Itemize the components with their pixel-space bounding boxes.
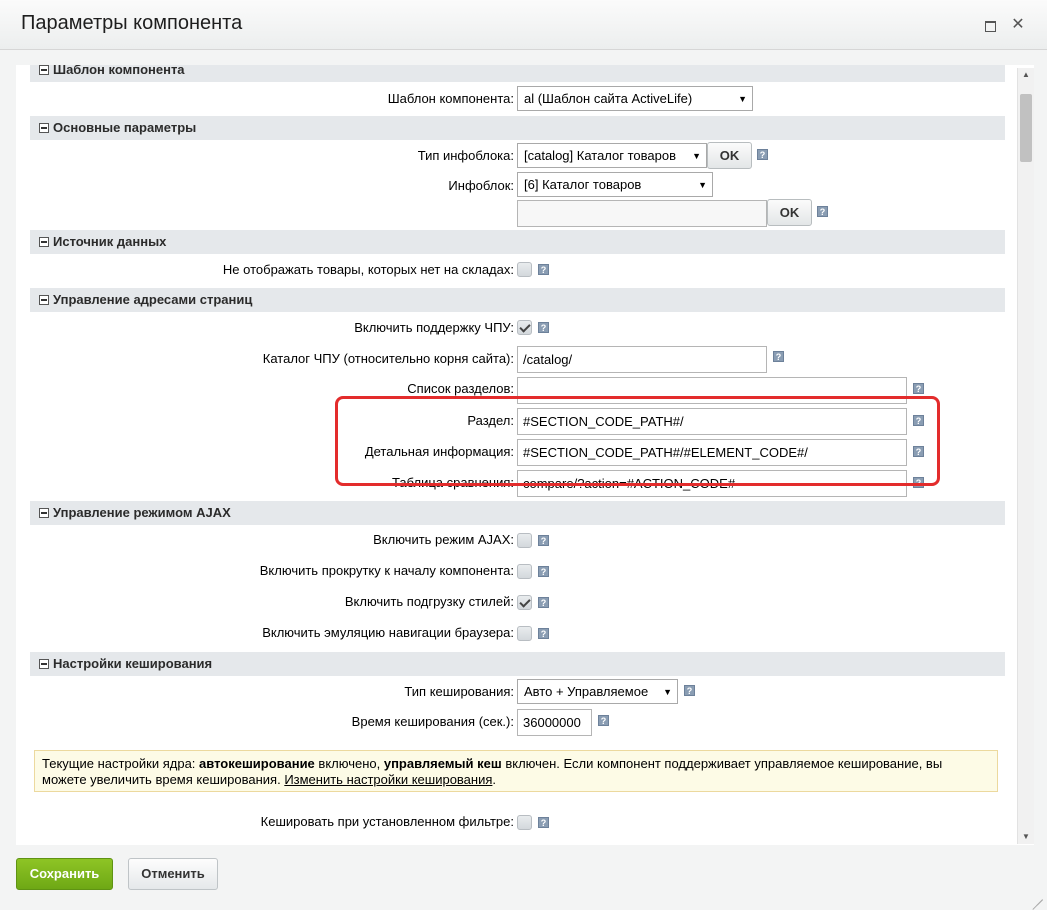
help-icon[interactable]: ?	[817, 206, 828, 217]
iblock-type-label: Тип инфоблока:	[417, 148, 514, 163]
iblock-type-select[interactable]: [catalog] Каталог товаров ▼	[517, 143, 707, 168]
note-text: включено,	[314, 756, 384, 771]
note-text: Текущие настройки ядра:	[42, 756, 200, 771]
ajax-mode-checkbox[interactable]	[517, 533, 532, 548]
cache-time-label: Время кеширования (сек.):	[351, 714, 514, 729]
help-icon[interactable]: ?	[538, 264, 549, 275]
cache-type-value: Авто + Управляемое	[524, 684, 649, 699]
help-icon[interactable]: ?	[773, 351, 784, 362]
cache-type-select[interactable]: Авто + Управляемое ▼	[517, 679, 678, 704]
section-ajax[interactable]: Управление режимом AJAX	[30, 501, 1005, 525]
dropdown-arrow-icon: ▼	[738, 94, 747, 104]
help-icon[interactable]: ?	[538, 817, 549, 828]
cache-type-label: Тип кеширования:	[404, 684, 514, 699]
dropdown-arrow-icon: ▼	[663, 687, 672, 697]
ajax-styles-checkbox[interactable]	[517, 595, 532, 610]
collapse-icon[interactable]	[39, 659, 49, 669]
dropdown-arrow-icon: ▼	[698, 180, 707, 190]
ajax-mode-label: Включить режим AJAX:	[373, 532, 514, 547]
help-icon[interactable]: ?	[684, 685, 695, 696]
note-bold: управляемый кеш	[383, 756, 502, 771]
collapse-icon[interactable]	[39, 65, 49, 75]
section-title: Основные параметры	[53, 120, 197, 135]
template-label: Шаблон компонента:	[387, 91, 514, 106]
cache-filter-label: Кешировать при установленном фильтре:	[260, 814, 514, 829]
iblock-ok-button[interactable]: OK	[767, 199, 812, 226]
help-icon[interactable]: ?	[757, 149, 768, 160]
change-cache-settings-link[interactable]: Изменить настройки кеширования	[284, 772, 492, 787]
resize-grip-icon[interactable]	[1031, 888, 1043, 900]
template-select[interactable]: al (Шаблон сайта ActiveLife) ▼	[517, 86, 753, 111]
help-icon[interactable]: ?	[538, 322, 549, 333]
help-icon[interactable]: ?	[538, 566, 549, 577]
section-template[interactable]: Шаблон компонента	[30, 65, 1005, 82]
scroll-up-icon[interactable]: ▲	[1018, 68, 1034, 82]
save-button[interactable]: Сохранить	[16, 858, 113, 890]
ajax-history-label: Включить эмуляцию навигации браузера:	[262, 625, 514, 640]
cache-filter-checkbox[interactable]	[517, 815, 532, 830]
iblock-type-value: [catalog] Каталог товаров	[524, 148, 677, 163]
cancel-button[interactable]: Отменить	[128, 858, 218, 890]
help-icon[interactable]: ?	[538, 628, 549, 639]
section-sef[interactable]: Управление адресами страниц	[30, 288, 1005, 312]
help-icon[interactable]: ?	[538, 597, 549, 608]
note-bold: автокеширование	[199, 756, 315, 771]
help-icon[interactable]: ?	[913, 383, 924, 394]
ajax-scroll-label: Включить прокрутку к началу компонента:	[259, 563, 514, 578]
close-icon[interactable]: ✕	[1010, 17, 1026, 33]
sef-folder-label: Каталог ЧПУ (относительно корня сайта):	[262, 351, 514, 366]
help-icon[interactable]: ?	[538, 535, 549, 546]
iblock-select[interactable]: [6] Каталог товаров ▼	[517, 172, 713, 197]
sef-mode-label: Включить поддержку ЧПУ:	[354, 320, 514, 335]
sef-folder-input[interactable]: /catalog/	[517, 346, 767, 373]
template-select-value: al (Шаблон сайта ActiveLife)	[524, 91, 693, 106]
collapse-icon[interactable]	[39, 508, 49, 518]
ajax-history-checkbox[interactable]	[517, 626, 532, 641]
sections-list-label: Список разделов:	[407, 381, 514, 396]
ajax-styles-label: Включить подгрузку стилей:	[344, 594, 514, 609]
cache-time-input[interactable]: 36000000	[517, 709, 592, 736]
section-basic[interactable]: Основные параметры	[30, 116, 1005, 140]
section-title: Источник данных	[53, 234, 167, 249]
hide-not-available-checkbox[interactable]	[517, 262, 532, 277]
iblock-value: [6] Каталог товаров	[524, 177, 642, 192]
dialog-titlebar: Параметры компонента ✕	[0, 0, 1047, 50]
section-cache[interactable]: Настройки кеширования	[30, 652, 1005, 676]
vertical-scrollbar[interactable]: ▲ ▼	[1017, 68, 1034, 844]
collapse-icon[interactable]	[39, 123, 49, 133]
section-title: Управление адресами страниц	[53, 292, 253, 307]
scroll-down-icon[interactable]: ▼	[1018, 830, 1034, 844]
sef-mode-checkbox[interactable]	[517, 320, 532, 335]
dropdown-arrow-icon: ▼	[692, 151, 701, 161]
scroll-thumb[interactable]	[1020, 94, 1032, 162]
collapse-icon[interactable]	[39, 237, 49, 247]
note-text: .	[492, 772, 497, 787]
section-title: Управление режимом AJAX	[53, 505, 231, 520]
highlight-annotation	[335, 396, 940, 486]
dialog-title: Параметры компонента	[21, 12, 243, 34]
iblock-extra-input[interactable]	[517, 200, 767, 227]
cache-settings-note: Текущие настройки ядра: автокеширование …	[34, 750, 998, 792]
iblock-label: Инфоблок:	[448, 178, 514, 193]
collapse-icon[interactable]	[39, 295, 49, 305]
section-title: Настройки кеширования	[53, 656, 213, 671]
hide-not-available-label: Не отображать товары, которых нет на скл…	[222, 262, 514, 277]
maximize-icon[interactable]	[982, 17, 998, 33]
ajax-scroll-checkbox[interactable]	[517, 564, 532, 579]
section-data-source[interactable]: Источник данных	[30, 230, 1005, 254]
iblock-type-ok-button[interactable]: OK	[707, 142, 752, 169]
section-title: Шаблон компонента	[53, 65, 185, 77]
help-icon[interactable]: ?	[598, 715, 609, 726]
